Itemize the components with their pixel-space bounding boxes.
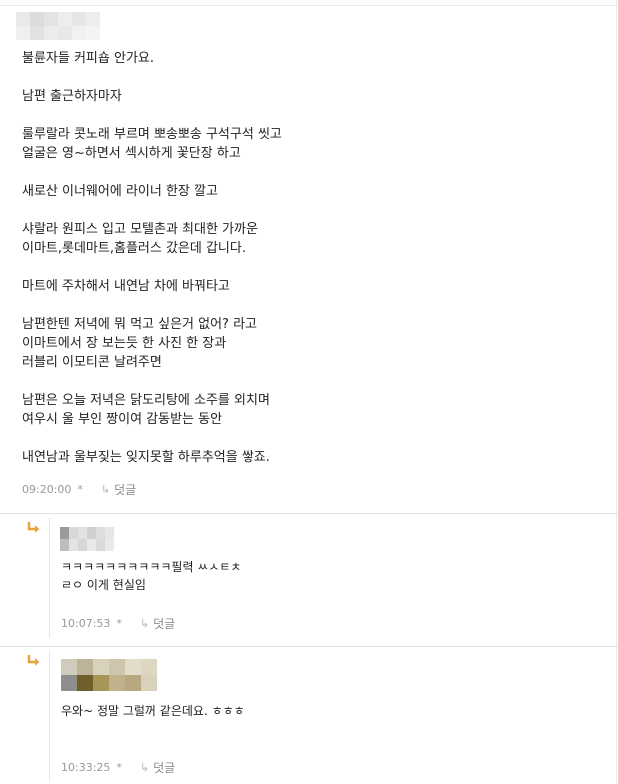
reply-meta: 10:33:25 * ↳ 덧글 bbox=[61, 759, 175, 776]
reply-button-label: 덧글 bbox=[153, 617, 176, 631]
reply-timestamp: 10:33:25 bbox=[61, 761, 111, 774]
comment-separator bbox=[0, 646, 618, 647]
comment-separator bbox=[0, 513, 618, 514]
reply-text: 우와~ 정말 그럴꺼 같은데요. ㅎㅎㅎ bbox=[61, 704, 245, 718]
post-paragraph: 남편한텐 저녁에 뭐 먹고 싶은거 없어? 라고 이마트에서 장 보는듯 한 사… bbox=[22, 317, 258, 370]
reply-star: * bbox=[116, 617, 122, 630]
post-body: 불륜자들 커피숍 안가요. 남편 출근하자마자 룰루랄라 콧노래 부르며 뽀송뽀… bbox=[22, 49, 602, 467]
reply-author-name-blurred bbox=[60, 527, 114, 551]
post-paragraph: 룰루랄라 콧노래 부르며 뽀송뽀송 구석구석 씻고 얼굴은 영~하면서 섹시하게… bbox=[22, 127, 282, 161]
post-paragraph: 마트에 주차해서 내연남 차에 바꿔타고 bbox=[22, 279, 230, 294]
post-paragraph: 새로산 이너웨어에 라이너 한장 깔고 bbox=[22, 184, 218, 199]
post-star: * bbox=[77, 483, 83, 496]
reply-text: ㅋㅋㅋㅋㅋㅋㅋㅋㅋㅋ필력 ㅆㅅㅌㅊ ㄹㅇ 이게 현실임 bbox=[61, 560, 242, 592]
reply-button-label: 덧글 bbox=[153, 761, 176, 775]
author-name-blurred bbox=[16, 12, 100, 40]
reply-link-arrow-icon: ↳ bbox=[139, 761, 150, 774]
reply-link-arrow-icon: ↳ bbox=[139, 617, 150, 630]
top-divider bbox=[0, 5, 618, 6]
post-paragraph: 샤랄라 원피스 입고 모텔촌과 최대한 가까운 이마트,롯데마트,홈플러스 갔은… bbox=[22, 222, 258, 256]
reply-reply-button[interactable]: ↳ 덧글 bbox=[140, 759, 175, 776]
reply-timestamp: 10:07:53 bbox=[61, 617, 111, 630]
reply-arrow-icon bbox=[27, 655, 40, 666]
reply-star: * bbox=[116, 761, 122, 774]
post-reply-button[interactable]: ↳ 덧글 bbox=[101, 481, 136, 498]
reply-author-name-blurred bbox=[61, 659, 157, 691]
reply-meta: 10:07:53 * ↳ 덧글 bbox=[61, 615, 175, 632]
comment-thread: 불륜자들 커피숍 안가요. 남편 출근하자마자 룰루랄라 콧노래 부르며 뽀송뽀… bbox=[0, 0, 618, 784]
post-paragraph: 불륜자들 커피숍 안가요. bbox=[22, 51, 154, 66]
post-paragraph: 남편 출근하자마자 bbox=[22, 89, 122, 104]
reply-reply-button[interactable]: ↳ 덧글 bbox=[140, 615, 175, 632]
reply-button-label: 덧글 bbox=[114, 483, 137, 497]
reply-arrow-icon bbox=[27, 522, 40, 533]
post-paragraph: 내연남과 울부짖는 잊지못할 하루추억을 쌓죠. bbox=[22, 450, 270, 465]
post-meta: 09:20:00 * ↳ 덧글 bbox=[22, 481, 136, 498]
reply-link-arrow-icon: ↳ bbox=[100, 483, 111, 496]
post-paragraph: 남편은 오늘 저녁은 닭도리탕에 소주를 외치며 여우시 울 부인 짱이여 감동… bbox=[22, 393, 270, 427]
post-timestamp: 09:20:00 bbox=[22, 483, 72, 496]
